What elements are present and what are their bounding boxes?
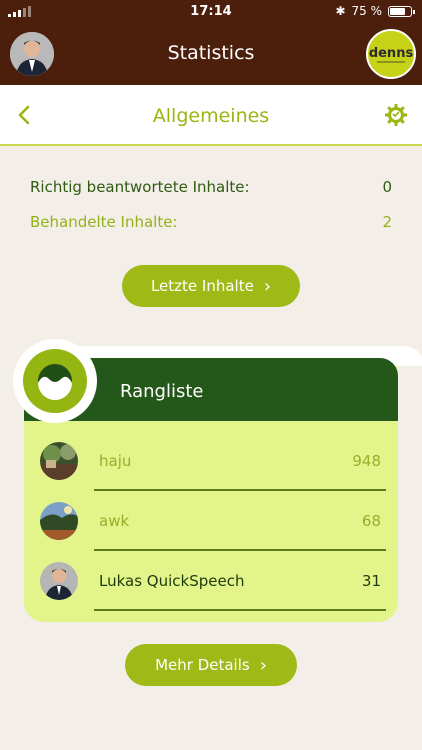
battery-icon [388,5,415,17]
chevron-right-icon: › [263,275,272,297]
battery-percent: 75 % [351,4,383,18]
ranking-title: Rangliste [120,381,204,402]
user-score: 948 [352,452,381,470]
section-header: Allgemeines [0,85,422,146]
ranking-badge [13,339,97,423]
last-contents-button[interactable]: Letzte Inhalte › [122,265,300,307]
stat-handled-contents: Behandelte Inhalte: 2 [30,213,392,231]
list-item[interactable]: haju 948 [24,430,398,491]
gear-icon [385,104,407,126]
stat-correct-answers: Richtig beantwortete Inhalte: 0 [30,178,392,196]
stat-value: 0 [382,178,392,196]
brand-logo: denns [366,29,416,79]
chevron-right-icon: › [259,654,267,676]
section-title: Allgemeines [152,105,270,127]
page-title: Statistics [167,42,255,64]
user-name: haju [99,452,132,470]
more-details-button[interactable]: Mehr Details › [125,644,297,686]
user-score: 68 [361,512,381,530]
button-label: Letzte Inhalte [150,277,254,295]
settings-button[interactable] [384,103,408,127]
status-bar: 17:14 ✱ 75 % [0,0,422,24]
ranking-card: Rangliste haju 948 awk 68 Lukas QuickSpe… [13,339,422,622]
trophy-wave-icon [23,349,87,413]
list-item[interactable]: awk 68 [24,490,398,551]
user-name: awk [99,512,130,530]
divider [94,609,386,611]
avatar [40,562,78,600]
avatar [40,502,78,540]
bluetooth-icon: ✱ [335,4,346,18]
app-header: Statistics denns [0,24,422,85]
stat-value: 2 [382,213,392,231]
avatar [40,442,78,480]
user-name: Lukas QuickSpeech [99,572,245,590]
stat-label: Richtig beantwortete Inhalte: [30,178,250,196]
stat-label: Behandelte Inhalte: [30,213,178,231]
svg-text:denns: denns [369,46,414,61]
list-item[interactable]: Lukas QuickSpeech 31 [24,550,398,611]
user-score: 31 [361,572,381,590]
button-label: Mehr Details [155,656,250,674]
